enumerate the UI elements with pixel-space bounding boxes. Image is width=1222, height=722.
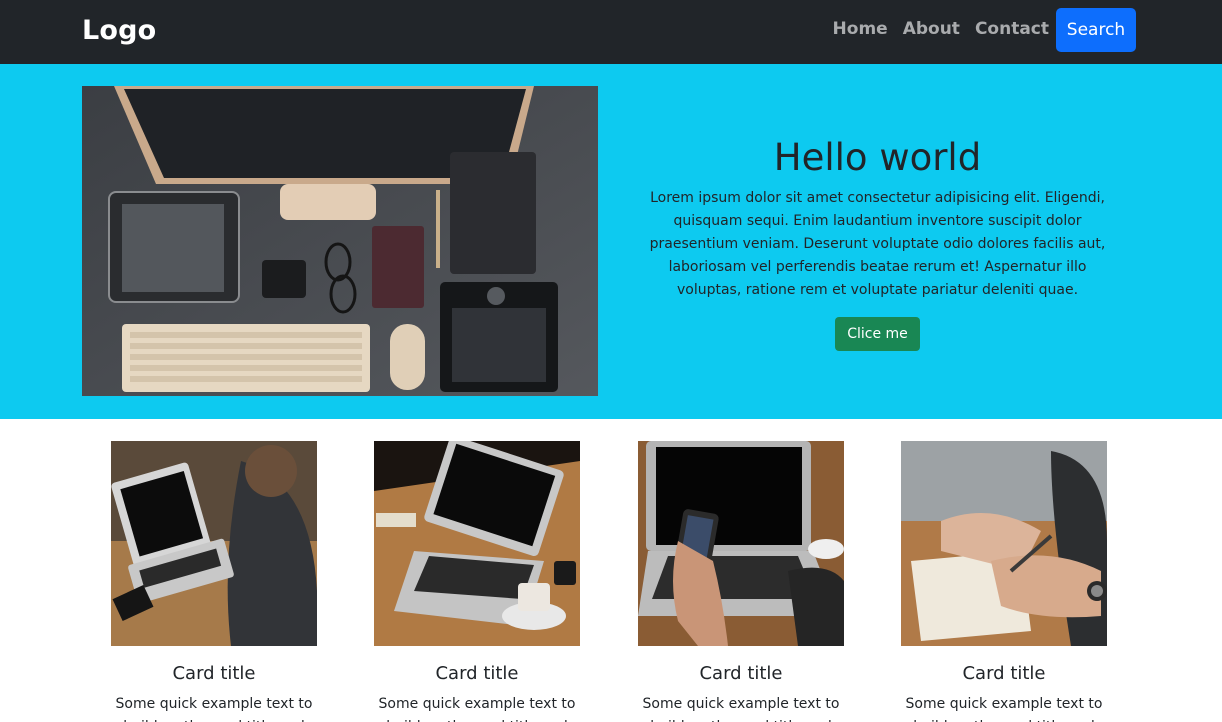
logo[interactable]: Logo xyxy=(82,15,156,46)
card-title: Card title xyxy=(435,663,519,684)
nav-link-home[interactable]: Home xyxy=(833,19,888,39)
hero-title: Hello world xyxy=(773,136,982,179)
search-button[interactable]: Search xyxy=(1056,8,1136,52)
cta-button[interactable]: Clice me xyxy=(835,317,920,351)
card: Card title Some quick example text to bu… xyxy=(111,441,317,722)
navbar: Logo Home About Contact Search xyxy=(0,0,1222,64)
card: Card title Some quick example text to bu… xyxy=(374,441,580,722)
hero-body: Lorem ipsum dolor sit amet consectetur a… xyxy=(649,190,1106,298)
card: Card title Some quick example text to bu… xyxy=(638,441,844,722)
card-image xyxy=(111,441,317,646)
card-title: Card title xyxy=(172,663,256,684)
card-title: Card title xyxy=(962,663,1046,684)
nav-link-contact[interactable]: Contact xyxy=(975,19,1049,39)
card-text: Some quick example text to build on the … xyxy=(378,696,576,722)
card-text: Some quick example text to build on the … xyxy=(642,696,840,722)
card-image xyxy=(638,441,844,646)
card-image xyxy=(901,441,1107,646)
card-image xyxy=(374,441,580,646)
hero-section: Hello world Lorem ipsum dolor sit amet c… xyxy=(0,64,1222,419)
nav-link-about[interactable]: About xyxy=(903,19,960,39)
card: Card title Some quick example text to bu… xyxy=(901,441,1107,722)
hero-image xyxy=(82,86,598,396)
hero-text: Hello world Lorem ipsum dolor sit amet c… xyxy=(635,134,1120,351)
nav-links: Home About Contact xyxy=(833,19,1049,39)
card-title: Card title xyxy=(699,663,783,684)
card-text: Some quick example text to build on the … xyxy=(115,696,313,722)
card-text: Some quick example text to build on the … xyxy=(905,696,1103,722)
